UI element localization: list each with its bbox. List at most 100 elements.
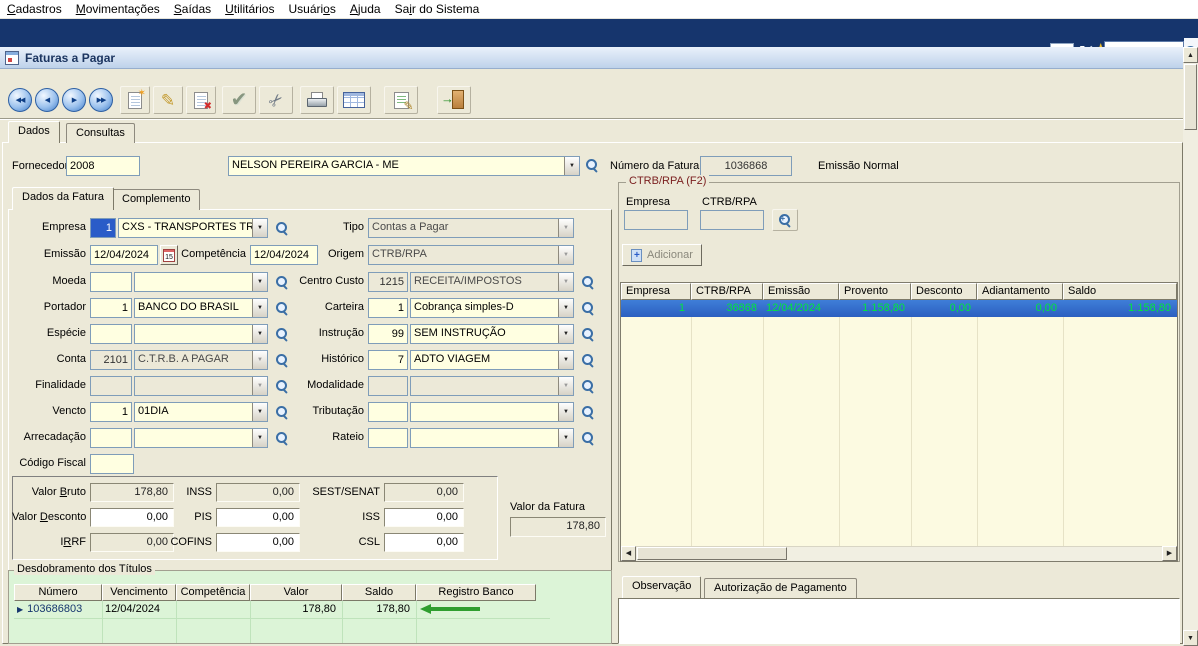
instrucao-search-button[interactable]: [580, 326, 597, 343]
fornecedor-search-button[interactable]: [584, 157, 601, 174]
tributacao-combo[interactable]: ▼: [410, 402, 574, 422]
rateio-combo[interactable]: ▼: [410, 428, 574, 448]
nav-next-button[interactable]: ▶: [62, 88, 86, 112]
instrucao-combo[interactable]: SEM INSTRUÇÃO ▼: [410, 324, 574, 344]
tab-consultas[interactable]: Consultas: [66, 123, 135, 143]
instrucao-code-input[interactable]: [368, 324, 408, 344]
csl-value[interactable]: 0,00: [384, 533, 464, 552]
modalidade-search-button[interactable]: [580, 378, 597, 395]
empresa-code-input[interactable]: [90, 218, 116, 238]
emissao-date-input[interactable]: [90, 245, 158, 265]
chevron-down-icon[interactable]: ▼: [558, 403, 573, 421]
scroll-right-button[interactable]: ▶: [1162, 546, 1177, 561]
finalidade-code-input[interactable]: [90, 376, 132, 396]
memo-edit-button[interactable]: ✎: [384, 86, 418, 114]
menu-cadastros[interactable]: Cadastros: [0, 0, 69, 19]
print-button[interactable]: [300, 86, 334, 114]
scroll-left-button[interactable]: ◀: [621, 546, 636, 561]
hscroll-thumb[interactable]: [637, 547, 787, 560]
chevron-down-icon[interactable]: ▼: [558, 325, 573, 343]
rateio-search-button[interactable]: [580, 430, 597, 447]
moeda-combo[interactable]: ▼: [134, 272, 268, 292]
ctrb-rpa-input[interactable]: [700, 210, 764, 230]
table-row-selected[interactable]: 1 36868 12/04/2024 1.158,80 0,00 0,00 1.…: [621, 300, 1177, 317]
vertical-scrollbar[interactable]: [1183, 47, 1198, 646]
carteira-code-input[interactable]: [368, 298, 408, 318]
historico-code-input[interactable]: [368, 350, 408, 370]
edit-button[interactable]: ✎: [153, 86, 183, 114]
especie-code-input[interactable]: [90, 324, 132, 344]
menu-saidas[interactable]: Saídas: [167, 0, 218, 19]
carteira-combo[interactable]: Cobrança simples-D ▼: [410, 298, 574, 318]
tributacao-search-button[interactable]: [580, 404, 597, 421]
tributacao-code-input[interactable]: [368, 402, 408, 422]
tab-dados[interactable]: Dados: [8, 121, 60, 143]
empresa-combo[interactable]: CXS - TRANSPORTES TRANS ▼: [118, 218, 268, 238]
nav-prev-button[interactable]: ◀: [35, 88, 59, 112]
new-record-button[interactable]: ✶: [120, 86, 150, 114]
nav-first-button[interactable]: ◀◀: [8, 88, 32, 112]
especie-combo[interactable]: ▼: [134, 324, 268, 344]
menu-movimentacoes[interactable]: Movimentações: [69, 0, 167, 19]
tab-complemento[interactable]: Complemento: [112, 189, 200, 210]
chevron-down-icon[interactable]: ▼: [252, 325, 267, 343]
chevron-down-icon[interactable]: ▼: [558, 351, 573, 369]
centro-custo-code-input[interactable]: [368, 272, 408, 292]
codigo-fiscal-input[interactable]: [90, 454, 134, 474]
pis-value[interactable]: 0,00: [216, 508, 300, 527]
menu-sair-do-sistema[interactable]: Sair do Sistema: [388, 0, 487, 19]
chevron-down-icon[interactable]: ▼: [558, 429, 573, 447]
historico-combo[interactable]: ADTO VIAGEM ▼: [410, 350, 574, 370]
tab-observacao[interactable]: Observação: [622, 576, 701, 598]
nav-last-button[interactable]: ▶▶: [89, 88, 113, 112]
adicionar-button[interactable]: Adicionar: [622, 244, 702, 266]
vencto-combo[interactable]: 01DIA ▼: [134, 402, 268, 422]
cancel-button[interactable]: ✂: [259, 86, 293, 114]
conta-code-input[interactable]: [90, 350, 132, 370]
tab-dados-da-fatura[interactable]: Dados da Fatura: [12, 187, 114, 210]
centro-custo-search-button[interactable]: [580, 274, 597, 291]
column-header-numero[interactable]: Número: [14, 584, 102, 601]
origem-combo[interactable]: CTRB/RPA ▼: [368, 245, 574, 265]
modalidade-code-input[interactable]: [368, 376, 408, 396]
tab-autorizacao-de-pagamento[interactable]: Autorização de Pagamento: [704, 578, 857, 598]
scroll-up-button[interactable]: ▲: [1183, 47, 1198, 63]
vencto-code-input[interactable]: [90, 402, 132, 422]
menu-utilitarios[interactable]: Utilitários: [218, 0, 281, 19]
column-header-valor[interactable]: Valor: [250, 584, 342, 601]
confirm-button[interactable]: ✔: [222, 86, 256, 114]
rateio-code-input[interactable]: [368, 428, 408, 448]
column-header-competencia[interactable]: Competência: [176, 584, 250, 601]
conta-combo[interactable]: C.T.R.B. A PAGAR ▼: [134, 350, 268, 370]
centro-custo-combo[interactable]: RECEITA/IMPOSTOS ▼: [410, 272, 574, 292]
column-header-provento[interactable]: Provento: [839, 283, 911, 300]
exit-button[interactable]: →: [437, 86, 471, 114]
chevron-down-icon[interactable]: ▼: [252, 219, 267, 237]
chevron-down-icon[interactable]: ▼: [252, 299, 267, 317]
iss-value[interactable]: 0,00: [384, 508, 464, 527]
column-header-desconto[interactable]: Desconto: [911, 283, 977, 300]
fornecedor-combo[interactable]: NELSON PEREIRA GARCIA - ME ▼: [228, 156, 580, 176]
scroll-down-button[interactable]: ▼: [1183, 630, 1198, 646]
column-header-saldo[interactable]: Saldo: [1063, 283, 1177, 300]
calendar-button[interactable]: 15: [160, 245, 178, 265]
modalidade-combo[interactable]: ▼: [410, 376, 574, 396]
ctrb-zoom-button[interactable]: +: [772, 209, 798, 231]
arrecadacao-combo[interactable]: ▼: [134, 428, 268, 448]
column-header-emissao[interactable]: Emissão: [763, 283, 839, 300]
grid-view-button[interactable]: [337, 86, 371, 114]
tipo-combo[interactable]: Contas a Pagar ▼: [368, 218, 574, 238]
column-header-saldo[interactable]: Saldo: [342, 584, 416, 601]
numero-fatura-input[interactable]: [700, 156, 792, 176]
column-header-vencimento[interactable]: Vencimento: [102, 584, 176, 601]
delete-button[interactable]: ✖: [186, 86, 216, 114]
scroll-thumb[interactable]: [1184, 64, 1197, 130]
chevron-down-icon[interactable]: ▼: [558, 299, 573, 317]
portador-code-input[interactable]: [90, 298, 132, 318]
historico-search-button[interactable]: [580, 352, 597, 369]
arrecadacao-code-input[interactable]: [90, 428, 132, 448]
finalidade-combo[interactable]: ▼: [134, 376, 268, 396]
column-header-empresa[interactable]: Empresa: [621, 283, 691, 300]
fornecedor-code-input[interactable]: [66, 156, 140, 176]
ctrb-empresa-input[interactable]: [624, 210, 688, 230]
